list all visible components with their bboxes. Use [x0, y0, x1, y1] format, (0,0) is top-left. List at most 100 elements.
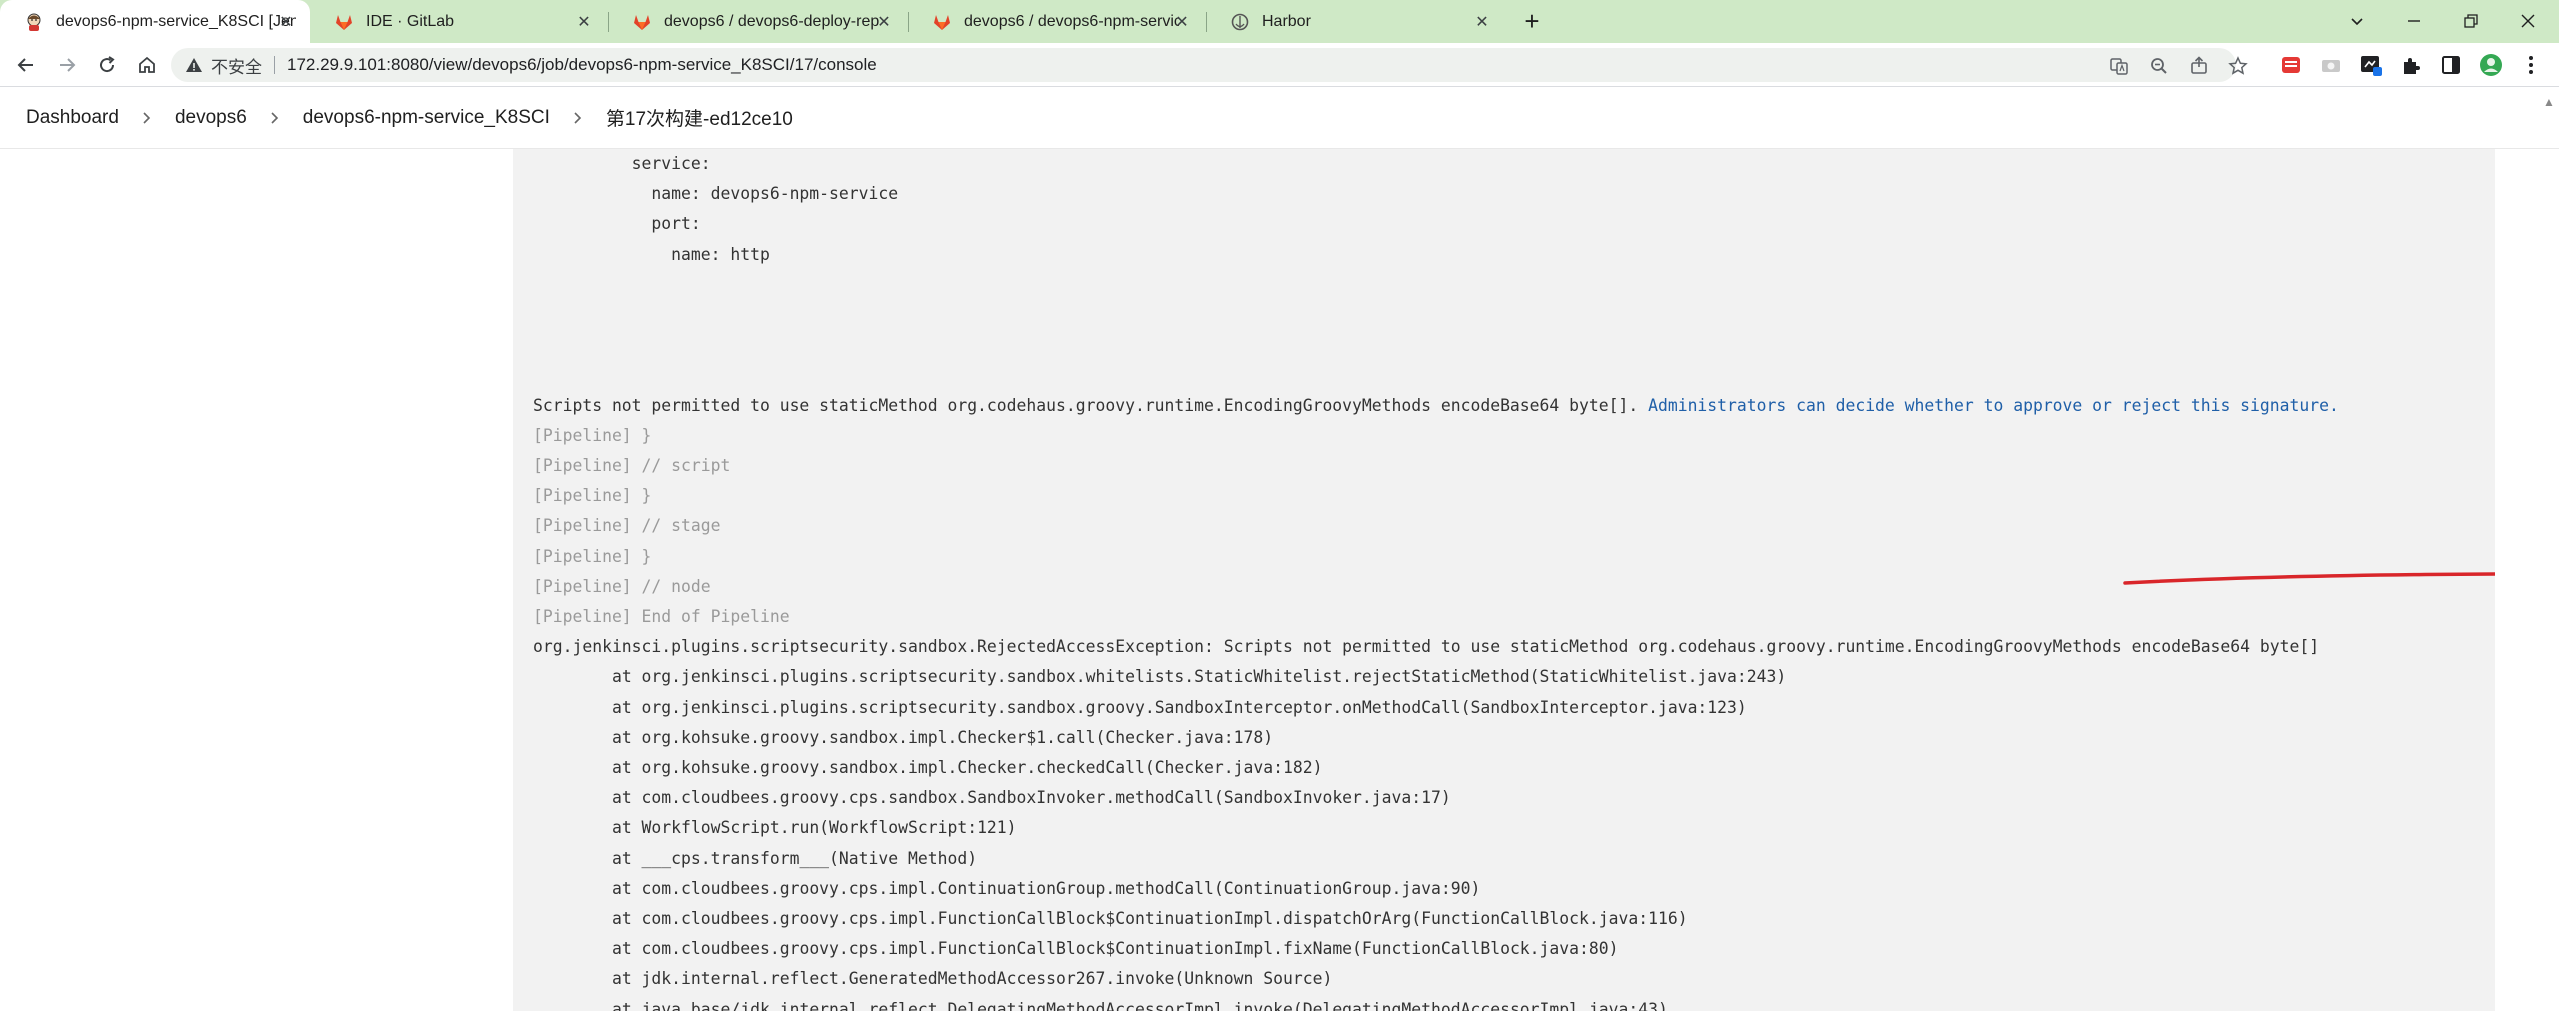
- scrollbar-up-arrow-icon[interactable]: ▲: [2539, 92, 2559, 112]
- console-line: [Pipeline] // stage: [533, 511, 721, 541]
- minimize-window-icon[interactable]: [2397, 5, 2431, 37]
- console-line-text: at com.cloudbees.groovy.cps.impl.Continu…: [533, 878, 1481, 898]
- url-text[interactable]: 172.29.9.101:8080/view/devops6/job/devop…: [287, 55, 877, 75]
- gitlab-icon: [632, 12, 652, 32]
- tab-gitlab-deploy-repo[interactable]: devops6 / devops6-deploy-repo · GitLab ✕: [608, 0, 908, 43]
- security-label[interactable]: 不安全: [211, 53, 262, 78]
- console-line: at com.cloudbees.groovy.cps.impl.Continu…: [533, 874, 1480, 904]
- console-line-text: port:: [533, 214, 701, 234]
- share-icon[interactable]: [2188, 55, 2210, 77]
- console-line: at com.cloudbees.groovy.cps.impl.Functio…: [533, 934, 1619, 964]
- browser-toolbar: 不安全 172.29.9.101:8080/view/devops6/job/d…: [0, 43, 2559, 87]
- console-line: at ___cps.transform___(Native Method): [533, 844, 977, 874]
- tab-search-icon[interactable]: [2340, 5, 2374, 37]
- console-output: service: name: devops6-npm-service port:…: [513, 149, 2495, 1011]
- tab-jenkins-console[interactable]: devops6-npm-service_K8SCI [Jenkins] ✕: [0, 0, 310, 43]
- console-line-text: [Pipeline] }: [533, 425, 652, 445]
- tab-harbor[interactable]: Harbor ✕: [1206, 0, 1506, 43]
- side-panel-icon[interactable]: [2439, 53, 2463, 77]
- gitlab-icon: [334, 12, 354, 32]
- console-line: [Pipeline] }: [533, 421, 651, 451]
- console-line-text: service:: [533, 154, 711, 173]
- chevron-right-icon: [141, 111, 153, 125]
- console-line-text: at WorkflowScript.run(WorkflowScript:121…: [533, 818, 1017, 838]
- translate-icon[interactable]: [2108, 55, 2130, 77]
- breadcrumb-job[interactable]: devops6-npm-service_K8SCI: [303, 107, 550, 129]
- extensions-puzzle-icon[interactable]: [2399, 53, 2423, 77]
- console-line-text: [Pipeline] // node: [533, 576, 711, 596]
- console-line-text: at com.cloudbees.groovy.cps.sandbox.Sand…: [533, 788, 1451, 808]
- console-line: name: devops6-npm-service: [533, 179, 898, 209]
- console-line-text: at org.jenkinsci.plugins.scriptsecurity.…: [533, 667, 1787, 687]
- console-line: at com.cloudbees.groovy.cps.impl.Functio…: [533, 904, 1688, 934]
- jenkins-icon: [24, 12, 44, 32]
- console-line: [Pipeline] // script: [533, 451, 730, 481]
- console-line-text: name: devops6-npm-service: [533, 184, 899, 204]
- jenkins-breadcrumb: Dashboard devops6 devops6-npm-service_K8…: [0, 87, 2559, 149]
- restore-window-icon[interactable]: [2454, 5, 2488, 37]
- new-tab-button[interactable]: +: [1518, 8, 1546, 36]
- console-line-text: at org.jenkinsci.plugins.scriptsecurity.…: [533, 697, 1747, 717]
- capture-extension-icon[interactable]: [2359, 53, 2383, 77]
- browser-tab-strip: devops6-npm-service_K8SCI [Jenkins] ✕ ID…: [0, 0, 2559, 43]
- console-line-text: Scripts not permitted to use staticMetho…: [533, 395, 1649, 415]
- tab-gitlab-npm-service[interactable]: devops6 / devops6-npm-service · GitLab ✕: [908, 0, 1206, 43]
- address-bar[interactable]: 不安全 172.29.9.101:8080/view/devops6/job/d…: [171, 48, 2248, 82]
- chevron-right-icon: [572, 111, 584, 125]
- harbor-icon: [1230, 12, 1250, 32]
- breadcrumb-dashboard[interactable]: Dashboard: [26, 107, 119, 129]
- console-line: at org.kohsuke.groovy.sandbox.impl.Check…: [533, 753, 1323, 783]
- close-tab-icon[interactable]: ✕: [574, 12, 594, 32]
- console-line-text: at com.cloudbees.groovy.cps.impl.Functio…: [533, 909, 1688, 928]
- breadcrumb-view[interactable]: devops6: [175, 107, 247, 129]
- console-line: at org.jenkinsci.plugins.scriptsecurity.…: [533, 693, 1747, 723]
- forward-button[interactable]: [51, 49, 83, 81]
- tab-title: devops6 / devops6-npm-service · GitLab: [964, 12, 1179, 30]
- close-window-icon[interactable]: [2511, 5, 2545, 37]
- console-line: [Pipeline] }: [533, 542, 651, 572]
- tab-title: devops6-npm-service_K8SCI [Jenkins]: [56, 12, 296, 30]
- console-line-text: at jdk.internal.reflect.GeneratedMethodA…: [533, 969, 1333, 989]
- console-line-text: [Pipeline] // script: [533, 456, 731, 475]
- close-tab-icon[interactable]: ✕: [1172, 12, 1192, 32]
- close-tab-icon[interactable]: ✕: [1472, 12, 1492, 32]
- console-line: name: http: [533, 240, 770, 270]
- console-line: at org.kohsuke.groovy.sandbox.impl.Check…: [533, 723, 1273, 753]
- breadcrumb-build[interactable]: 第17次构建-ed12ce10: [606, 104, 793, 131]
- console-line-text: [Pipeline] End of Pipeline: [533, 607, 790, 626]
- console-line: at WorkflowScript.run(WorkflowScript:121…: [533, 813, 1017, 843]
- console-line: port:: [533, 209, 701, 239]
- console-line-text: at com.cloudbees.groovy.cps.impl.Functio…: [533, 939, 1619, 959]
- zoom-icon[interactable]: [2148, 55, 2170, 77]
- console-line: Scripts not permitted to use staticMetho…: [533, 391, 2339, 421]
- back-button[interactable]: [10, 49, 42, 81]
- tab-gitlab-ide[interactable]: IDE · GitLab ✕: [310, 0, 608, 43]
- console-line: org.jenkinsci.plugins.scriptsecurity.san…: [533, 632, 2319, 662]
- address-divider: [274, 56, 275, 74]
- close-tab-icon[interactable]: ✕: [276, 12, 296, 32]
- console-line-text: org.jenkinsci.plugins.scriptsecurity.san…: [533, 637, 2320, 657]
- console-line: service:: [533, 149, 711, 179]
- warning-icon[interactable]: [185, 56, 203, 74]
- approve-signature-link[interactable]: Administrators can decide whether to app…: [1648, 396, 2339, 415]
- console-line: at jdk.internal.reflect.GeneratedMethodA…: [533, 964, 1332, 994]
- gitlab-icon: [932, 12, 952, 32]
- tab-title: Harbor: [1262, 12, 1311, 30]
- bookmark-star-icon[interactable]: [2227, 55, 2249, 77]
- tab-title: IDE · GitLab: [366, 12, 455, 30]
- screenshot-extension-icon[interactable]: [2319, 53, 2343, 77]
- console-line-text: [Pipeline] // stage: [533, 516, 721, 536]
- chevron-right-icon: [269, 111, 281, 125]
- console-line-text: at ___cps.transform___(Native Method): [533, 848, 978, 868]
- browser-menu-icon[interactable]: [2519, 53, 2543, 77]
- red-annotation-underline: [2123, 572, 2495, 585]
- profile-avatar-icon[interactable]: [2479, 53, 2503, 77]
- console-line: [Pipeline] End of Pipeline: [533, 602, 790, 632]
- reader-extension-icon[interactable]: [2279, 53, 2303, 77]
- console-line-text: at org.kohsuke.groovy.sandbox.impl.Check…: [533, 727, 1274, 747]
- home-button[interactable]: [131, 49, 163, 81]
- console-line: [Pipeline] }: [533, 481, 651, 511]
- console-line-text: [Pipeline] }: [533, 546, 652, 566]
- reload-button[interactable]: [91, 49, 123, 81]
- close-tab-icon[interactable]: ✕: [874, 12, 894, 32]
